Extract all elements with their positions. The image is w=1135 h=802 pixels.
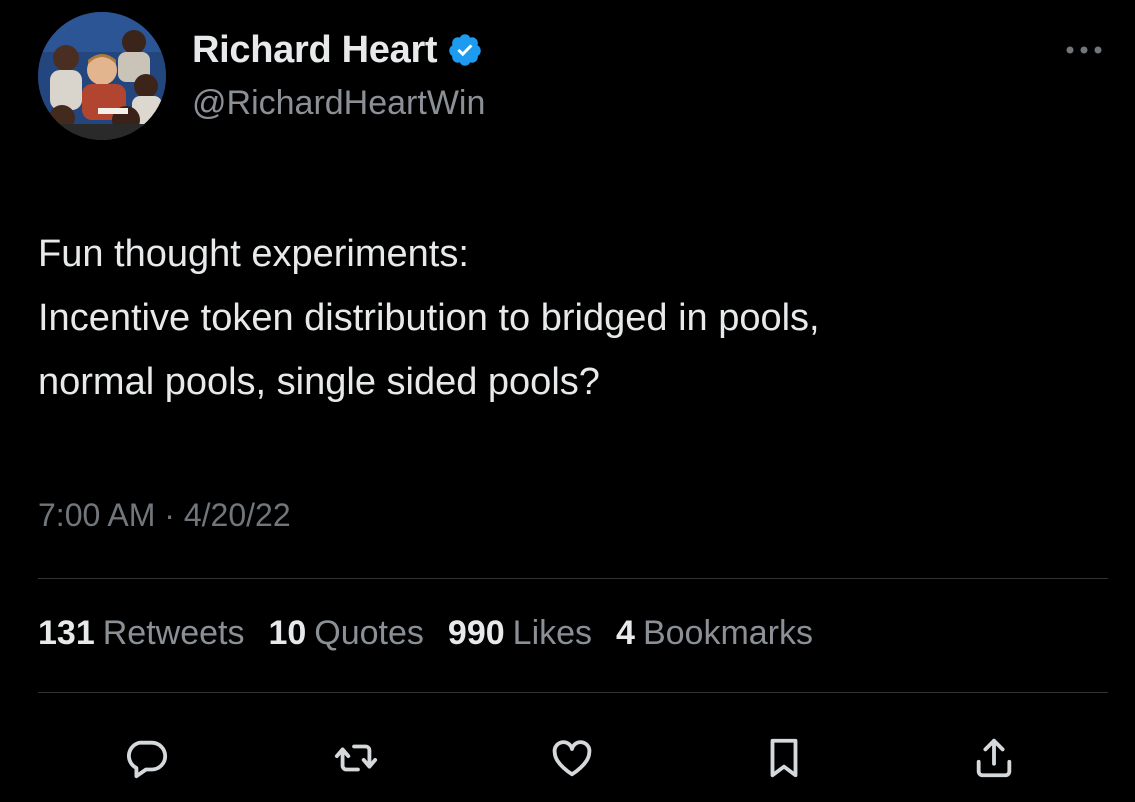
tweet-date: 4/20/22 — [183, 497, 291, 533]
stat-count: 4 — [616, 614, 635, 652]
like-button[interactable] — [548, 734, 596, 782]
tweet-timestamp[interactable]: 7:00 AM · 4/20/22 — [38, 497, 291, 534]
tweet-detail: Richard Heart @RichardHeartWin Fun thoug… — [0, 0, 1135, 802]
stat-count: 131 — [38, 614, 95, 652]
more-dots-icon[interactable] — [1060, 40, 1108, 60]
reply-button[interactable] — [122, 734, 170, 782]
stat-likes[interactable]: 990 Likes — [448, 614, 592, 653]
tweet-text: Fun thought experiments: Incentive token… — [38, 222, 1108, 414]
verified-badge-icon — [449, 34, 482, 66]
avatar[interactable] — [38, 12, 166, 140]
display-name[interactable]: Richard Heart — [192, 29, 438, 72]
share-button[interactable] — [970, 734, 1018, 782]
stat-count: 10 — [268, 614, 307, 652]
stat-retweets[interactable]: 131 Retweets — [38, 614, 244, 653]
retweet-icon — [334, 744, 378, 772]
avatar-photo — [38, 12, 166, 140]
heart-icon — [552, 740, 592, 777]
tweet-line: Incentive token distribution to bridged … — [38, 297, 820, 339]
stat-label: Quotes — [314, 614, 424, 652]
stat-label: Bookmarks — [642, 614, 814, 652]
bookmark-icon — [770, 738, 798, 778]
stat-count: 990 — [447, 614, 505, 652]
reply-icon — [127, 740, 168, 779]
retweet-button[interactable] — [332, 734, 380, 782]
engagement-stats: 131 Retweets 10 Quotes 990 Likes 4 Bookm… — [38, 614, 813, 653]
tweet-line: Fun thought experiments: — [38, 233, 469, 275]
tweet-line: normal pools, single sided pools? — [38, 361, 600, 403]
stat-label: Likes — [512, 614, 593, 652]
bookmark-button[interactable] — [760, 734, 808, 782]
author-handle[interactable]: @RichardHeartWin — [192, 84, 485, 123]
meta-separator: · — [164, 497, 175, 533]
stat-quotes[interactable]: 10 Quotes — [268, 614, 423, 653]
divider — [38, 692, 1108, 693]
share-icon — [976, 738, 1012, 778]
stat-label: Retweets — [102, 614, 245, 652]
tweet-time: 7:00 AM — [38, 497, 156, 533]
stat-bookmarks[interactable]: 4 Bookmarks — [616, 614, 813, 653]
author-name-row[interactable]: Richard Heart — [192, 26, 483, 74]
divider — [38, 578, 1108, 579]
